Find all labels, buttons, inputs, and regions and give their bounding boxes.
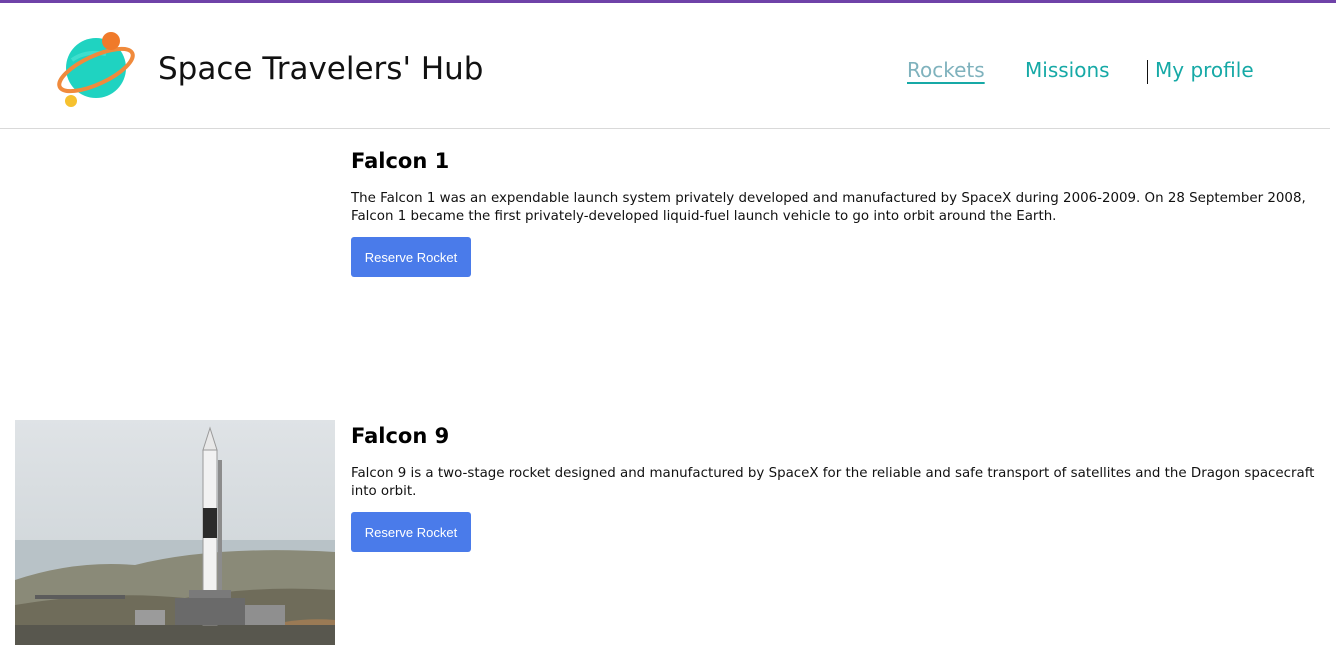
rocket-description: The Falcon 1 was an expendable launch sy… — [351, 191, 1306, 224]
nav-link-my-profile[interactable]: My profile — [1155, 58, 1254, 82]
reserve-rocket-button[interactable]: Reserve Rocket — [351, 237, 471, 277]
site-header: Space Travelers' Hub Rockets Missions My… — [0, 3, 1330, 129]
rocket-image-placeholder — [15, 130, 335, 370]
rocket-card: Falcon 1 The Falcon 1 was an expendable … — [15, 130, 1325, 390]
rocket-name: Falcon 1 — [351, 149, 450, 173]
rocket-description: Falcon 9 is a two-stage rocket designed … — [351, 466, 1315, 499]
rocket-name: Falcon 9 — [351, 424, 450, 448]
site-title: Space Travelers' Hub — [158, 51, 484, 87]
nav-divider — [1147, 60, 1148, 84]
nav-link-missions[interactable]: Missions — [1025, 58, 1110, 82]
reserve-rocket-button[interactable]: Reserve Rocket — [351, 512, 471, 552]
rocket-launchpad-photo — [15, 420, 335, 645]
nav-link-rockets[interactable]: Rockets — [907, 58, 985, 82]
rocket-card: Falcon 9 Falcon 9 is a two-stage rocket … — [15, 405, 1325, 645]
planet-logo-icon[interactable] — [56, 30, 136, 110]
